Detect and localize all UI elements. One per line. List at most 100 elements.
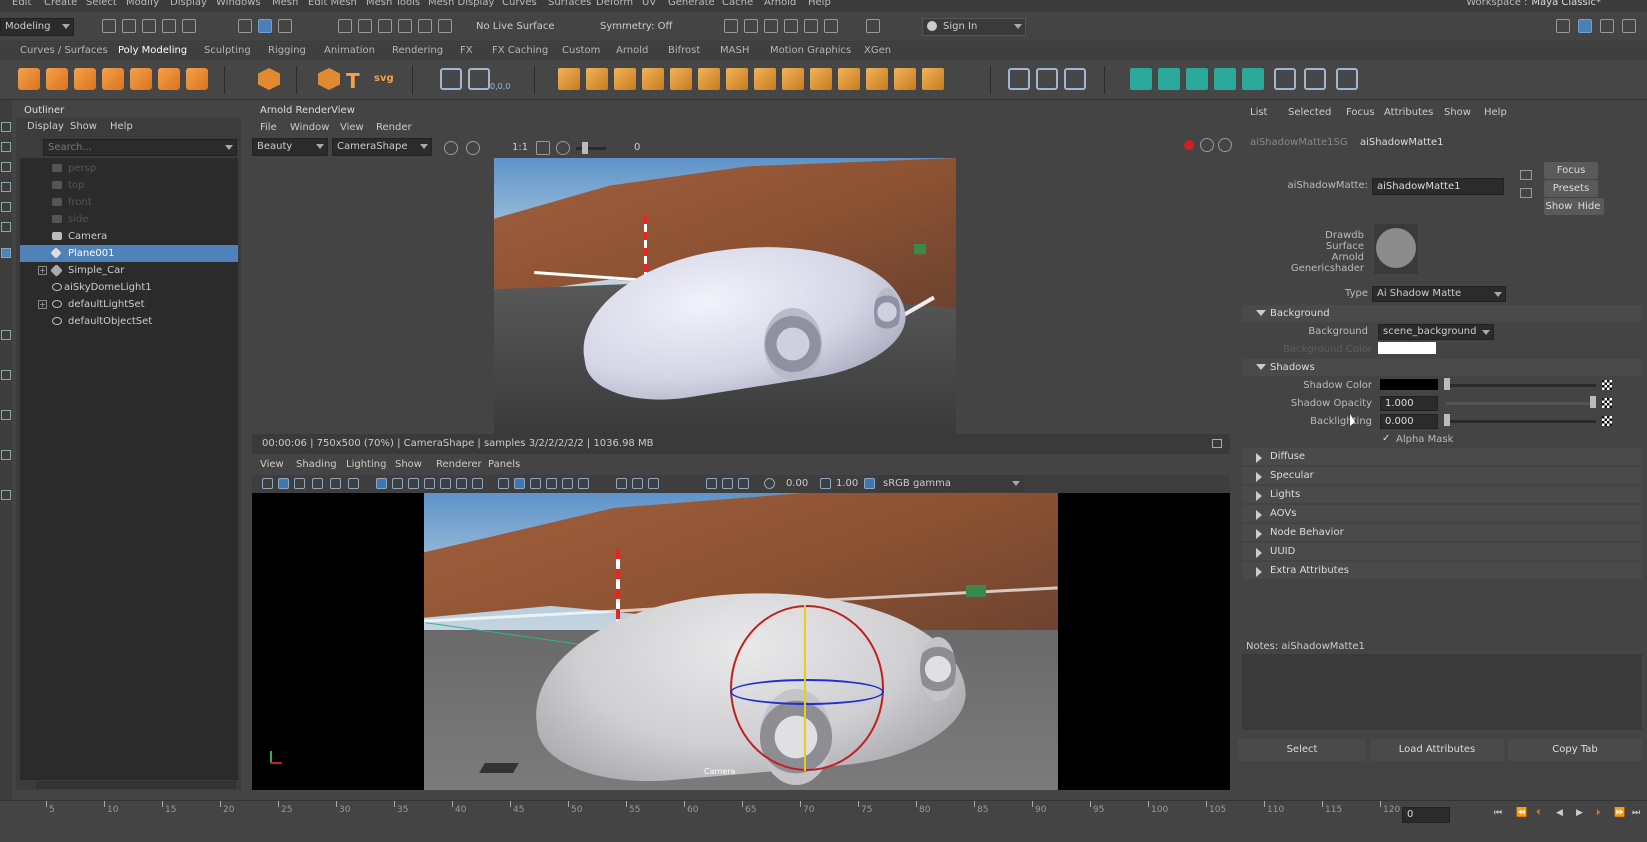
outliner-item-top[interactable]: top xyxy=(20,177,238,194)
shelf-tab-mash[interactable]: MASH xyxy=(720,45,749,56)
color-management-icon[interactable] xyxy=(864,478,875,489)
snap-view-icon[interactable] xyxy=(398,19,412,33)
outliner-menu-help[interactable]: Help xyxy=(110,121,133,132)
shader-swatch[interactable] xyxy=(1374,224,1418,274)
step-forward-icon[interactable]: ⏩ xyxy=(1614,808,1626,820)
outliner-item-default-object-set[interactable]: defaultObjectSet xyxy=(20,313,238,330)
go-to-end-icon[interactable]: ⏭ xyxy=(1632,808,1644,820)
shadow-opacity-field[interactable]: 1.000 xyxy=(1380,396,1438,411)
snap-point-icon[interactable] xyxy=(378,19,392,33)
snap-grid-icon[interactable] xyxy=(338,19,352,33)
shelf-tab-rigging[interactable]: Rigging xyxy=(268,45,306,56)
stop-render-icon[interactable] xyxy=(824,19,838,33)
background-dropdown[interactable]: scene_background xyxy=(1378,324,1494,340)
grid-icon[interactable] xyxy=(376,478,387,489)
shelf-tab-xgen[interactable]: XGen xyxy=(864,45,891,56)
uv-layout-icon[interactable] xyxy=(1274,68,1296,90)
copy-tab-button[interactable]: Copy Tab xyxy=(1508,739,1642,761)
section-diffuse[interactable]: Diffuse xyxy=(1242,448,1642,465)
viewport-menu-lighting[interactable]: Lighting xyxy=(346,459,386,470)
scale-icon[interactable] xyxy=(1,222,11,232)
panel-toggle-icon[interactable] xyxy=(1600,19,1614,33)
backlighting-slider-handle[interactable] xyxy=(1444,414,1450,426)
lasso-icon[interactable] xyxy=(1,142,11,152)
poly-torus-icon[interactable] xyxy=(130,68,152,90)
shelf-tab-arnold[interactable]: Arnold xyxy=(616,45,648,56)
tab-shadow-matte[interactable]: aiShadowMatte1 xyxy=(1360,137,1443,148)
viewport-menu-view[interactable]: View xyxy=(260,459,284,470)
four-view-icon[interactable] xyxy=(1,370,11,380)
section-node-behavior[interactable]: Node Behavior xyxy=(1242,524,1642,541)
isolate-select-icon[interactable] xyxy=(706,478,717,489)
menu-arnold[interactable]: Arnold xyxy=(764,0,796,8)
map-button-icon[interactable] xyxy=(1602,380,1612,390)
rotate-icon[interactable] xyxy=(1,202,11,212)
shelf-tab-custom[interactable]: Custom xyxy=(562,45,600,56)
info-icon[interactable] xyxy=(1212,439,1222,448)
menu-help[interactable]: Help xyxy=(808,0,831,8)
shelf-tab-poly-modeling[interactable]: Poly Modeling xyxy=(118,45,187,56)
outliner-item-plane001[interactable]: Plane001 xyxy=(20,245,238,262)
snap-surface-icon[interactable] xyxy=(418,19,432,33)
field-chart-icon[interactable] xyxy=(440,478,451,489)
exposure-icon[interactable] xyxy=(764,478,775,489)
section-background[interactable]: Background xyxy=(1242,305,1642,322)
map-button-icon[interactable] xyxy=(1602,398,1612,408)
svg-tool-icon[interactable]: svg xyxy=(374,73,396,95)
tab-shading-group[interactable]: aiShadowMatte1SG xyxy=(1250,137,1348,148)
menu-curves[interactable]: Curves xyxy=(502,0,537,8)
platonic-solid-icon[interactable] xyxy=(258,68,280,90)
layout-icon[interactable] xyxy=(1556,19,1570,33)
step-forward-key-icon[interactable]: ⏵ xyxy=(1596,808,1608,820)
outliner-menu-show[interactable]: Show xyxy=(70,121,97,132)
single-view-icon[interactable] xyxy=(1,330,11,340)
gamma-field[interactable]: 1.00 xyxy=(836,478,858,489)
connect-icon[interactable] xyxy=(894,68,916,90)
brush-icon[interactable] xyxy=(1064,68,1086,90)
outliner-search-input[interactable]: Search... xyxy=(43,139,237,156)
shadow-opacity-slider-handle[interactable] xyxy=(1590,396,1596,408)
shadow-color-slider-handle[interactable] xyxy=(1444,378,1450,390)
menu-deform[interactable]: Deform xyxy=(596,0,633,8)
move-icon[interactable] xyxy=(1,182,11,192)
snap-curve-icon[interactable] xyxy=(358,19,372,33)
render-icon[interactable] xyxy=(444,141,458,155)
viewport-canvas[interactable]: Camera xyxy=(252,493,1230,790)
gate-mask-icon[interactable] xyxy=(424,478,435,489)
region-icon[interactable] xyxy=(536,141,550,155)
time-slider[interactable]: 5 10 15 20 25 30 35 40 45 50 55 60 65 70 75 80 85 90 95 100… xyxy=(0,800,1647,842)
symmetry-label[interactable]: Symmetry: Off xyxy=(600,21,672,32)
shelf-tab-sculpting[interactable]: Sculpting xyxy=(204,45,251,56)
render-view-icon[interactable] xyxy=(804,19,818,33)
undo-icon[interactable] xyxy=(162,19,176,33)
attr-menu-list[interactable]: List xyxy=(1250,107,1267,118)
target-weld-icon[interactable] xyxy=(866,68,888,90)
renderview-menu-file[interactable]: File xyxy=(260,122,277,133)
uv-automatic-icon[interactable] xyxy=(1214,68,1236,90)
shelf-tab-rendering[interactable]: Rendering xyxy=(392,45,443,56)
focus-output-icon[interactable] xyxy=(1520,188,1532,198)
shadow-color-slider[interactable] xyxy=(1446,384,1596,387)
outliner-item-skydome[interactable]: aiSkyDomeLight1 xyxy=(20,279,238,296)
menu-windows[interactable]: Windows xyxy=(216,0,261,8)
map-button-icon[interactable] xyxy=(1602,416,1612,426)
shadow-opacity-slider[interactable] xyxy=(1446,402,1596,405)
current-frame-field[interactable]: 0 xyxy=(1402,807,1450,823)
new-scene-icon[interactable] xyxy=(102,19,116,33)
color-space-dropdown[interactable]: sRGB gamma xyxy=(878,475,1024,492)
go-to-start-icon[interactable]: ⏮ xyxy=(1494,808,1506,820)
viewport-menu-renderer[interactable]: Renderer xyxy=(436,459,482,470)
safe-title-icon[interactable] xyxy=(472,478,483,489)
workspace-selector[interactable]: Workspace : Maya Classic* xyxy=(1466,0,1601,8)
menu-generate[interactable]: Generate xyxy=(668,0,715,8)
quad-draw-icon[interactable] xyxy=(922,68,944,90)
wireframe-on-shaded-icon[interactable] xyxy=(530,478,541,489)
renderview-menu-window[interactable]: Window xyxy=(290,122,329,133)
safe-action-icon[interactable] xyxy=(456,478,467,489)
attr-menu-attributes[interactable]: Attributes xyxy=(1384,107,1433,118)
show-button[interactable]: Show xyxy=(1544,198,1574,215)
render-settings-icon[interactable] xyxy=(764,19,778,33)
shadow-color-swatch[interactable] xyxy=(1380,379,1438,390)
open-scene-icon[interactable] xyxy=(122,19,136,33)
append-polygon-icon[interactable] xyxy=(810,68,832,90)
